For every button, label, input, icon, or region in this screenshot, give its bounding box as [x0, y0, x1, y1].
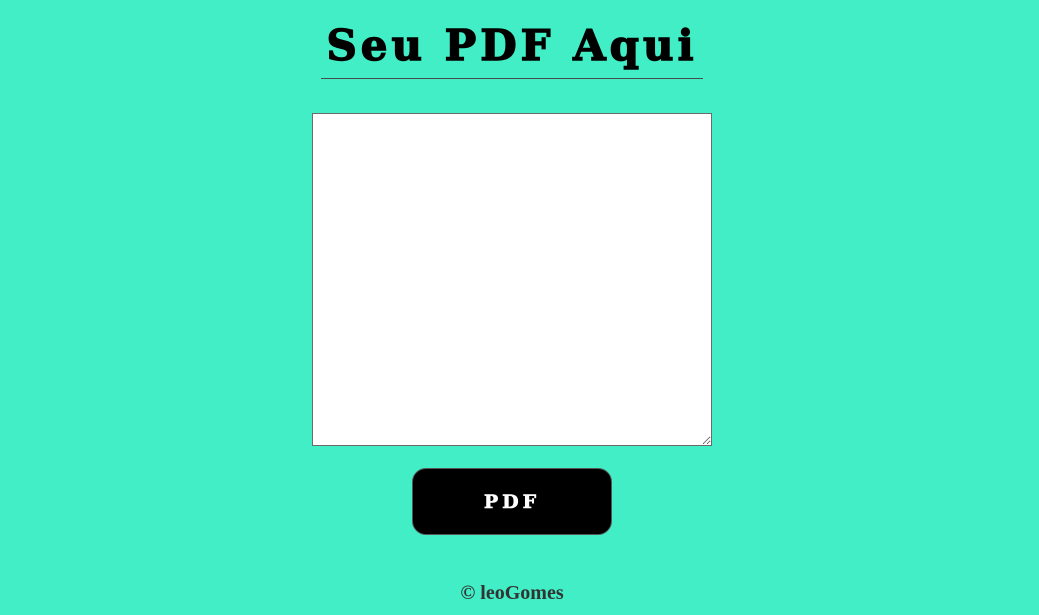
page-title: Seu PDF Aqui	[326, 20, 698, 70]
pdf-text-input[interactable]	[312, 113, 712, 446]
footer-credit: © leoGomes	[460, 582, 564, 604]
page-header: Seu PDF Aqui	[321, 20, 703, 79]
generate-pdf-button[interactable]: PDF	[412, 468, 612, 535]
